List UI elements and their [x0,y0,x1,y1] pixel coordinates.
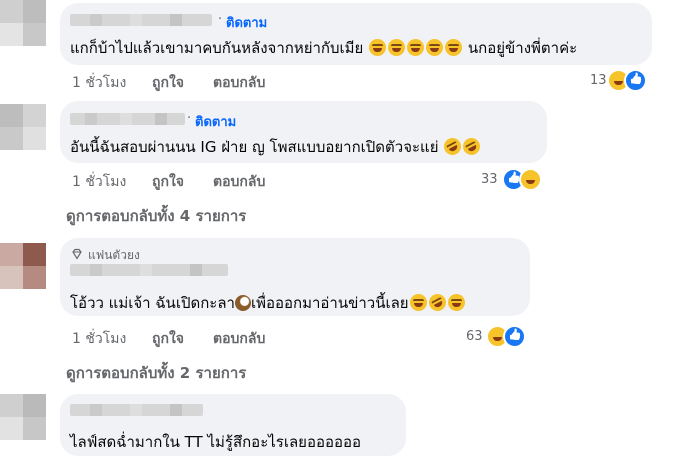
author-name-blurred[interactable] [70,14,212,26]
reply-button[interactable]: ตอบกลับ [213,171,265,193]
separator-dot: · [187,111,192,126]
comment-time[interactable]: 1 ชั่วโมง [72,328,126,350]
avatar[interactable] [0,0,46,46]
comment-text: ไลฟ์สดฉ่ำมากใน TT ไม่รู้สึกอะไรเลยออออออ [70,433,362,451]
like-reaction-icon [624,69,647,92]
author-name-blurred[interactable] [70,404,203,416]
rofl-emoji-icon [441,135,465,158]
reaction-count[interactable]: 13 [590,73,607,88]
comment-text: โอ้วว แม่เจ้า ฉันเปิดกะลา เพื่อออกมาอ่านข… [70,291,466,315]
grinning-squinting-emoji-icon [445,39,463,56]
top-fan-diamond-icon [72,248,82,260]
grinning-squinting-emoji-icon [369,39,387,56]
reaction-icons[interactable] [607,69,647,92]
grinning-squinting-emoji-icon [407,39,425,56]
separator-dot: · [218,12,223,27]
like-button[interactable]: ถูกใจ [152,72,184,94]
reaction-count[interactable]: 63 [466,329,483,344]
reply-button[interactable]: ตอบกลับ [213,328,265,350]
haha-reaction-icon [519,168,542,191]
view-replies-link[interactable]: ดูการตอบกลับทั้ง 4 รายการ [66,204,246,228]
grinning-squinting-emoji-icon [447,294,465,311]
coconut-emoji-icon [234,295,251,311]
reaction-icons[interactable] [486,325,526,348]
author-name-blurred[interactable] [70,113,185,125]
reaction-icons[interactable] [502,168,542,191]
grinning-squinting-emoji-icon [388,39,406,56]
comment-text: อันนี้ฉันสอบผ่านนน IG ฝ่าย ญ โพสแบบอยากเ… [70,135,484,159]
top-fan-badge: แฟนตัวยง [88,248,140,262]
follow-link[interactable]: ติดตาม [226,12,267,33]
view-replies-link[interactable]: ดูการตอบกลับทั้ง 2 รายการ [66,361,246,385]
like-reaction-icon [503,325,526,348]
avatar[interactable] [0,243,46,289]
grinning-squinting-emoji-icon [409,294,427,311]
comment-time[interactable]: 1 ชั่วโมง [72,72,126,94]
comment-time[interactable]: 1 ชั่วโมง [72,171,126,193]
follow-link[interactable]: ติดตาม [195,111,236,132]
rofl-emoji-icon [460,135,484,158]
reaction-count[interactable]: 33 [481,172,498,187]
author-name-blurred[interactable] [70,264,228,276]
avatar[interactable] [0,104,46,150]
reply-button[interactable]: ตอบกลับ [213,72,265,94]
comment-text: แกก็บ้าไปแล้วเขามาคบกันหลังจากหย่ากับเมี… [70,39,578,57]
like-button[interactable]: ถูกใจ [152,328,184,350]
rofl-emoji-icon [425,291,449,314]
avatar[interactable] [0,394,46,440]
grinning-squinting-emoji-icon [426,39,444,56]
like-button[interactable]: ถูกใจ [152,171,184,193]
